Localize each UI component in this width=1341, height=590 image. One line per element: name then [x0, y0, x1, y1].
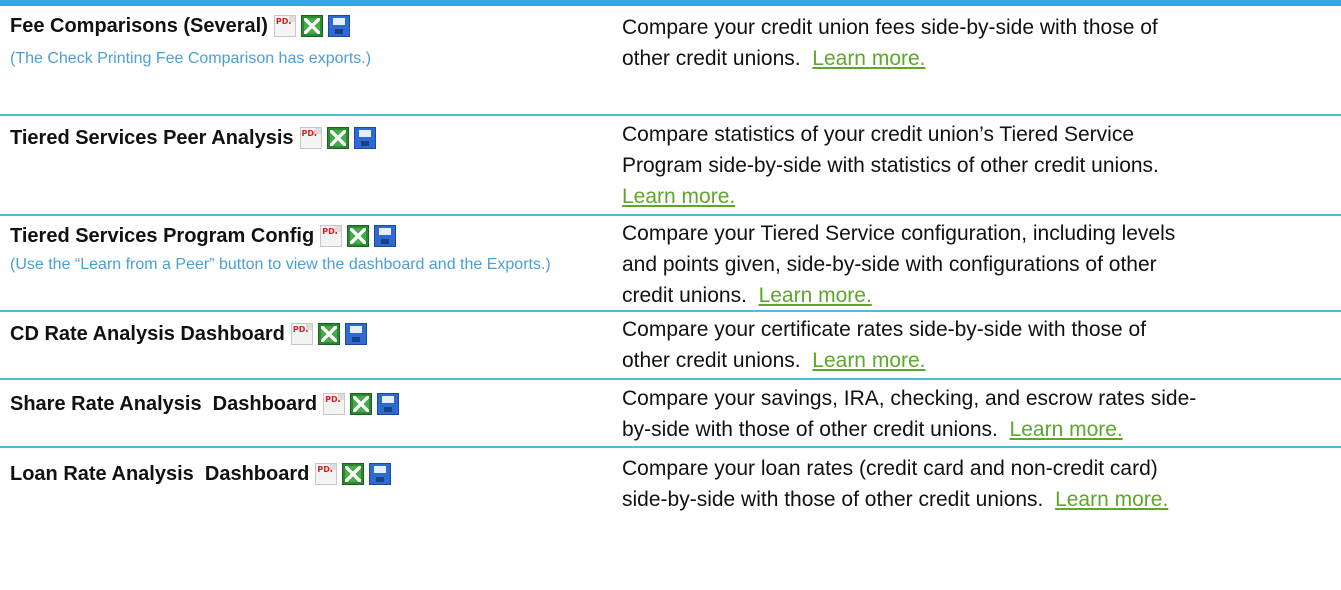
learn-more-link[interactable]: Learn more. — [812, 47, 925, 70]
learn-more-link[interactable]: Learn more. — [812, 349, 925, 372]
report-title-line: Tiered Services Program Config PDF — [10, 222, 610, 250]
report-title-line: Loan Rate Analysis Dashboard PDF — [10, 460, 610, 488]
save-icon[interactable] — [353, 127, 376, 149]
description-line: Compare your loan rates (credit card and… — [622, 457, 1158, 480]
report-row-fee-comparisons: Fee Comparisons (Several) PDF (The Check… — [0, 6, 1341, 116]
report-description: Compare your savings, IRA, checking, and… — [622, 383, 1337, 445]
report-title-cell: Fee Comparisons (Several) PDF (The Check… — [10, 12, 610, 72]
report-description: Compare statistics of your credit union’… — [622, 119, 1337, 212]
save-icon[interactable] — [377, 393, 400, 415]
report-title-cell: Tiered Services Program Config PDF (Use … — [10, 222, 610, 278]
excel-icon[interactable] — [342, 463, 365, 485]
excel-icon[interactable] — [347, 225, 370, 247]
excel-icon[interactable] — [326, 127, 349, 149]
report-title-cell: Tiered Services Peer Analysis PDF — [10, 124, 610, 152]
report-note: (The Check Printing Fee Comparison has e… — [10, 50, 372, 67]
export-icons: PDF — [315, 463, 392, 485]
report-title: Loan Rate Analysis Dashboard — [10, 463, 310, 485]
learn-more-link[interactable]: Learn more. — [1010, 418, 1123, 441]
report-row-tiered-services-program-config: Tiered Services Program Config PDF (Use … — [0, 216, 1341, 312]
excel-icon[interactable] — [317, 323, 340, 345]
excel-icon[interactable] — [300, 15, 323, 37]
pdf-icon[interactable]: PDF — [273, 15, 296, 37]
description-line-with-link: Learn more. — [622, 181, 1337, 212]
report-description: Compare your certificate rates side-by-s… — [622, 314, 1337, 376]
report-row-cd-rate-analysis: CD Rate Analysis Dashboard PDF Compare y… — [0, 312, 1341, 380]
description-line: Compare your savings, IRA, checking, and… — [622, 387, 1197, 410]
report-row-loan-rate-analysis: Loan Rate Analysis Dashboard PDF Compare… — [0, 448, 1341, 590]
learn-more-link[interactable]: Learn more. — [759, 284, 872, 307]
description-text: other credit unions. — [622, 349, 813, 372]
report-title-cell: Share Rate Analysis Dashboard PDF — [10, 390, 610, 418]
description-line: Compare your credit union fees side-by-s… — [622, 16, 1158, 39]
pdf-icon[interactable]: PDF — [320, 225, 343, 247]
pdf-icon[interactable]: PDF — [323, 393, 346, 415]
report-description: Compare your loan rates (credit card and… — [622, 453, 1337, 515]
save-icon[interactable] — [327, 15, 350, 37]
report-title: CD Rate Analysis Dashboard — [10, 323, 285, 345]
report-row-tiered-services-peer-analysis: Tiered Services Peer Analysis PDF Compar… — [0, 116, 1341, 216]
pdf-icon[interactable]: PDF — [315, 463, 338, 485]
export-icons: PDF — [299, 127, 376, 149]
report-title: Tiered Services Peer Analysis — [10, 127, 294, 149]
report-note: (Use the “Learn from a Peer” button to v… — [10, 256, 551, 273]
report-title-cell: CD Rate Analysis Dashboard PDF — [10, 320, 610, 348]
excel-icon[interactable] — [350, 393, 373, 415]
report-title-line: Fee Comparisons (Several) PDF — [10, 12, 610, 40]
report-title-line: Share Rate Analysis Dashboard PDF — [10, 390, 610, 418]
report-description: Compare your credit union fees side-by-s… — [622, 12, 1337, 74]
description-line-with-link: side-by-side with those of other credit … — [622, 484, 1337, 515]
export-icons: PDF — [323, 393, 400, 415]
save-icon[interactable] — [344, 323, 367, 345]
report-description: Compare your Tiered Service configuratio… — [622, 218, 1337, 311]
report-title-cell: Loan Rate Analysis Dashboard PDF — [10, 460, 610, 488]
description-line: Compare statistics of your credit union’… — [622, 123, 1134, 146]
export-icons: PDF — [320, 225, 397, 247]
learn-more-link[interactable]: Learn more. — [622, 185, 735, 208]
report-title: Share Rate Analysis Dashboard — [10, 393, 318, 415]
description-line-with-link: by-side with those of other credit union… — [622, 414, 1337, 445]
description-line-with-link: other credit unions. Learn more. — [622, 345, 1337, 376]
learn-more-link[interactable]: Learn more. — [1055, 488, 1168, 511]
report-row-share-rate-analysis: Share Rate Analysis Dashboard PDF Compar… — [0, 380, 1341, 448]
pdf-icon[interactable]: PDF — [290, 323, 313, 345]
description-line-with-link: other credit unions. Learn more. — [622, 43, 1337, 74]
description-line-with-link: credit unions. Learn more. — [622, 280, 1337, 311]
description-text: by-side with those of other credit union… — [622, 418, 1010, 441]
report-title: Fee Comparisons (Several) — [10, 15, 268, 37]
description-text: credit unions. — [622, 284, 759, 307]
description-text: other credit unions. — [622, 47, 813, 70]
pdf-icon[interactable]: PDF — [299, 127, 322, 149]
export-icons: PDF — [290, 323, 367, 345]
save-icon[interactable] — [374, 225, 397, 247]
description-line: Compare your Tiered Service configuratio… — [622, 222, 1176, 245]
save-icon[interactable] — [369, 463, 392, 485]
export-icons: PDF — [273, 15, 350, 37]
report-title: Tiered Services Program Config — [10, 225, 315, 247]
description-line: Program side-by-side with statistics of … — [622, 154, 1159, 177]
description-line: and points given, side-by-side with conf… — [622, 253, 1157, 276]
description-line: Compare your certificate rates side-by-s… — [622, 318, 1147, 341]
description-text: side-by-side with those of other credit … — [622, 488, 1056, 511]
report-title-line: Tiered Services Peer Analysis PDF — [10, 124, 610, 152]
report-title-line: CD Rate Analysis Dashboard PDF — [10, 320, 610, 348]
